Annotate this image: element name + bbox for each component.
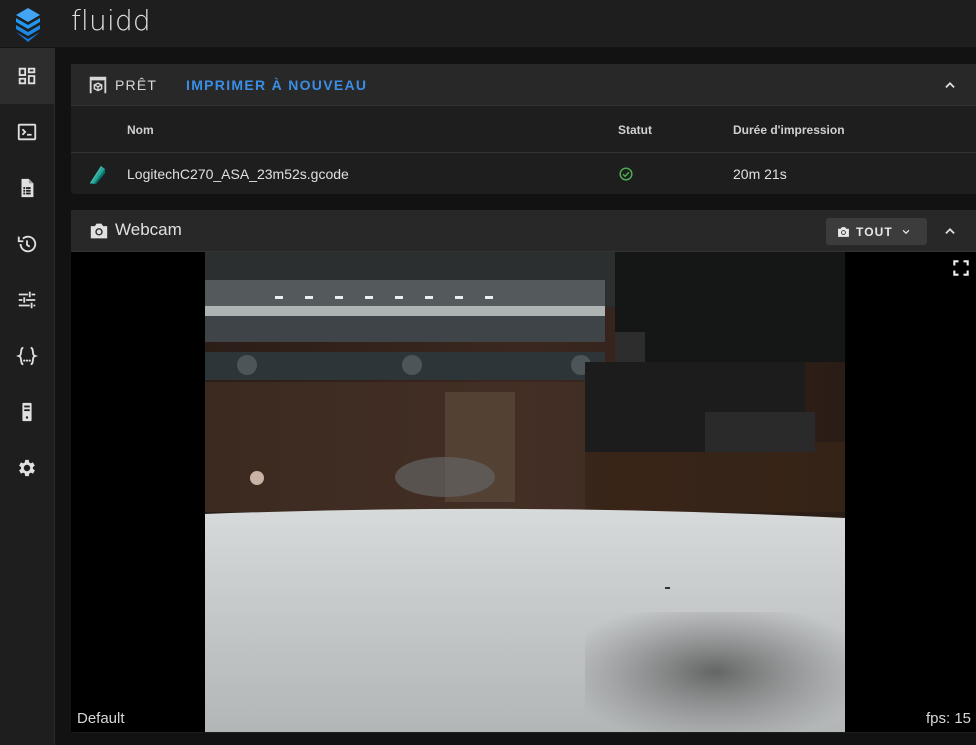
printer-3d-icon	[89, 76, 107, 94]
webcam-card: Webcam TOUT Default fps: 15	[71, 210, 976, 733]
printer-status-card: PRÊT IMPRIMER À NOUVEAU Nom Statut Durée…	[71, 64, 976, 194]
sidebar-nav	[0, 48, 55, 745]
sidebar-item-dashboard[interactable]	[0, 48, 54, 104]
check-circle-icon	[619, 167, 633, 181]
app-root: fluidd PRÊT IMPRIMER À NOUVEAU Nom Statu…	[0, 0, 976, 745]
sidebar-item-jobs[interactable]	[0, 160, 54, 216]
history-icon	[17, 235, 37, 253]
sidebar-item-tune[interactable]	[0, 272, 54, 328]
chevron-down-icon	[902, 229, 910, 234]
fps-label: fps: 15	[926, 710, 972, 727]
sidebar-item-settings[interactable]	[0, 440, 54, 496]
column-header-status: Statut	[618, 123, 652, 137]
sidebar-item-history[interactable]	[0, 216, 54, 272]
printer-status-label: PRÊT	[115, 77, 158, 93]
camera-name-label: Default	[77, 710, 125, 727]
fullscreen-icon[interactable]	[951, 258, 971, 278]
webcam-card-header: Webcam TOUT	[71, 210, 976, 252]
console-icon	[17, 123, 37, 141]
settings-gear-icon	[19, 459, 35, 477]
sidebar-item-console[interactable]	[0, 104, 54, 160]
column-header-duration: Durée d'impression	[733, 123, 845, 137]
camera-icon	[90, 223, 108, 239]
chevron-up-icon	[945, 82, 955, 88]
table-row[interactable]: LogitechC270_ASA_23m52s.gcode 20m 21s	[71, 153, 976, 194]
sidebar-item-configuration[interactable]	[0, 328, 54, 384]
dashboard-icon	[18, 67, 36, 85]
fluidd-logo-icon[interactable]	[0, 0, 55, 48]
main-content: PRÊT IMPRIMER À NOUVEAU Nom Statut Durée…	[55, 48, 976, 745]
webcam-feed-image	[205, 252, 845, 732]
file-name: LogitechC270_ASA_23m52s.gcode	[127, 166, 349, 182]
tune-icon	[18, 291, 36, 309]
sidebar-item-system[interactable]	[0, 384, 54, 440]
reprint-button[interactable]: IMPRIMER À NOUVEAU	[186, 77, 367, 93]
gcode-file-icon	[90, 166, 105, 184]
webcam-collapse-button[interactable]	[938, 219, 962, 243]
webcam-stream-area: Default fps: 15	[71, 252, 976, 732]
column-header-name: Nom	[127, 123, 154, 137]
camera-select-label: TOUT	[856, 224, 893, 239]
config-braces-icon	[16, 346, 38, 366]
file-table-header: Nom Statut Durée d'impression	[71, 106, 976, 153]
chevron-up-icon	[945, 228, 955, 234]
webcam-title: Webcam	[115, 220, 182, 239]
app-title: fluidd	[71, 4, 151, 37]
top-app-bar: fluidd	[0, 0, 976, 48]
status-card-header: PRÊT IMPRIMER À NOUVEAU	[71, 64, 976, 106]
system-icon	[22, 402, 32, 422]
jobs-file-icon	[21, 178, 34, 198]
camera-small-icon	[838, 226, 849, 237]
status-collapse-button[interactable]	[938, 73, 962, 97]
print-duration: 20m 21s	[733, 166, 787, 182]
camera-select-button[interactable]: TOUT	[826, 218, 927, 245]
